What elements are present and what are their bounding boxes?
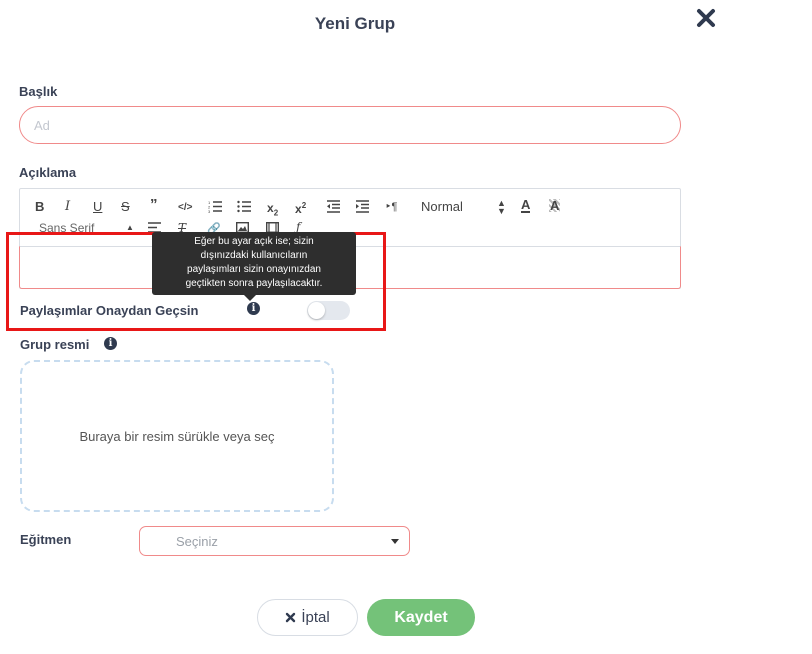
trainer-select[interactable]: Seçiniz (139, 526, 410, 556)
image-dropzone[interactable]: Buraya bir resim sürükle veya seç (20, 360, 334, 512)
size-select-caret-icon[interactable]: ▲ ▼ (497, 199, 506, 216)
text-direction-icon[interactable]: ‣¶ (385, 200, 397, 214)
bullet-list-icon[interactable] (237, 200, 252, 213)
approval-label: Paylaşımlar Onaydan Geçsin (20, 303, 199, 318)
strikethrough-icon[interactable]: S (121, 200, 130, 214)
save-button[interactable]: Kaydet (367, 599, 475, 636)
background-color-icon[interactable]: A (549, 199, 561, 212)
tooltip-arrow (244, 295, 256, 301)
approval-tooltip: Eğer bu ayar açık ise; sizin dışınızdaki… (152, 232, 356, 295)
indent-icon[interactable] (355, 200, 370, 213)
underline-icon[interactable]: U (93, 200, 102, 214)
close-icon[interactable] (694, 6, 718, 30)
subscript-icon[interactable]: x2 (267, 201, 278, 220)
title-input[interactable] (19, 106, 681, 144)
image-label: Grup resmi (20, 337, 90, 352)
chevron-down-icon (391, 539, 399, 544)
text-color-icon[interactable]: A (521, 198, 531, 213)
ordered-list-icon[interactable]: 123 (208, 200, 223, 213)
italic-icon[interactable]: I (65, 200, 70, 214)
title-label: Başlık (19, 84, 58, 99)
size-select[interactable]: Normal (421, 200, 463, 214)
code-icon[interactable]: </> (178, 201, 192, 215)
description-label: Açıklama (19, 165, 77, 180)
blockquote-icon[interactable]: ” (150, 197, 158, 212)
info-icon[interactable]: i (104, 337, 117, 350)
save-label: Kaydet (394, 608, 448, 626)
cancel-button[interactable]: İptal (257, 599, 358, 636)
dropzone-text: Buraya bir resim sürükle veya seç (79, 428, 275, 444)
tooltip-line: dışınızdaki kullanıcıların (200, 250, 308, 261)
dialog-title: Yeni Grup (314, 14, 396, 33)
close-icon (286, 612, 296, 623)
trainer-select-value: Seçiniz (176, 534, 218, 549)
info-icon[interactable]: i (247, 302, 260, 315)
bold-icon[interactable]: B (35, 200, 44, 214)
outdent-icon[interactable] (326, 200, 341, 213)
approval-toggle[interactable] (307, 301, 350, 320)
cancel-label: İptal (301, 609, 330, 626)
superscript-icon[interactable]: x2 (295, 199, 306, 216)
svg-text:3: 3 (208, 209, 211, 213)
toggle-knob (308, 302, 325, 319)
trainer-label: Eğitmen (20, 532, 72, 547)
tooltip-line: geçtikten sonra paylaşılacaktır. (185, 278, 323, 289)
tooltip-line: Eğer bu ayar açık ise; sizin (194, 236, 314, 247)
tooltip-line: paylaşımları sizin onayınızdan (187, 264, 321, 275)
